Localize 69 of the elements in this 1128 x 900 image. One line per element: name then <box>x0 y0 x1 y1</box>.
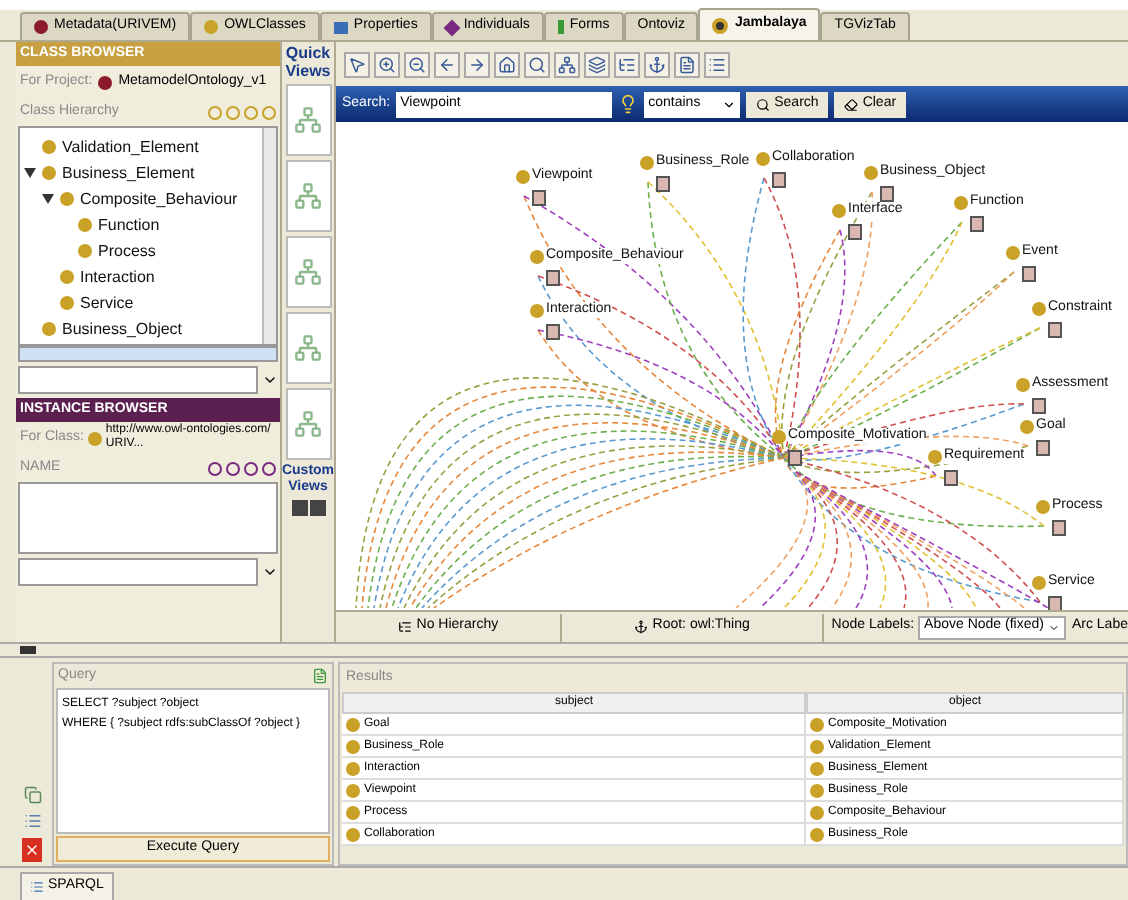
lightbulb-icon[interactable] <box>618 94 639 114</box>
view-thumbnail[interactable] <box>285 84 331 156</box>
view-thumbnail[interactable] <box>285 236 331 308</box>
tree-item[interactable]: Interaction <box>80 265 155 289</box>
class-icon <box>1036 499 1050 513</box>
class-icon <box>34 20 48 34</box>
class-icon <box>1020 419 1034 433</box>
class-icon <box>204 20 219 34</box>
graph-node[interactable] <box>1052 520 1066 536</box>
tree-item[interactable]: Business_Element <box>62 161 195 185</box>
scrollbar[interactable] <box>18 346 278 362</box>
tree-item[interactable]: Service <box>80 291 134 315</box>
form-icon <box>557 20 564 34</box>
class-icon <box>1032 575 1046 589</box>
graph-node[interactable] <box>772 172 786 188</box>
class-icon <box>530 249 544 263</box>
view-thumbnail[interactable] <box>285 388 331 460</box>
document-icon[interactable] <box>312 668 328 684</box>
class-icon <box>954 195 968 209</box>
project-icon <box>98 75 113 89</box>
class-icon <box>516 169 530 183</box>
dropdown-icon[interactable] <box>262 564 278 580</box>
class-icon <box>772 429 786 443</box>
class-icon <box>832 203 846 217</box>
property-icon <box>333 21 348 33</box>
caret-icon[interactable] <box>722 97 737 111</box>
list-icon[interactable] <box>30 880 44 894</box>
class-icon <box>1032 301 1046 315</box>
tree-item[interactable]: Validation_Element <box>62 135 199 159</box>
graph-node[interactable] <box>1022 266 1036 282</box>
class-icon <box>1016 377 1030 391</box>
ring-icon <box>712 17 729 33</box>
anchor-icon[interactable] <box>634 620 649 634</box>
class-icon <box>87 431 102 445</box>
copy-icon[interactable] <box>23 786 41 804</box>
quick-views-title: Quick Views <box>283 44 333 80</box>
tree-item[interactable]: Process <box>98 239 156 263</box>
class-icon <box>864 165 878 179</box>
graph-node[interactable] <box>970 216 984 232</box>
dropdown-field[interactable] <box>18 558 258 586</box>
eraser-icon[interactable] <box>844 97 859 111</box>
tree-item[interactable]: Business_Object <box>62 317 183 341</box>
dropdown-field[interactable] <box>18 366 258 394</box>
dropdown-icon[interactable] <box>262 372 278 388</box>
list-icon[interactable] <box>23 812 41 830</box>
graph-node[interactable] <box>1048 596 1062 610</box>
view-thumbnail[interactable] <box>285 312 331 384</box>
graph-node[interactable] <box>656 176 670 192</box>
graph-node[interactable] <box>546 324 560 340</box>
tree-item[interactable]: Composite_Behaviour <box>80 187 238 211</box>
class-icon <box>640 155 654 169</box>
graph-node[interactable] <box>848 224 862 240</box>
class-icon <box>928 449 942 463</box>
graph-node[interactable] <box>1048 322 1062 338</box>
graph-node[interactable] <box>1036 440 1050 456</box>
tree-item[interactable]: Function <box>98 213 160 237</box>
scrollbar[interactable] <box>262 128 276 344</box>
view-thumbnail[interactable] <box>285 160 331 232</box>
graph-node[interactable] <box>880 186 894 202</box>
graph-node[interactable] <box>546 270 560 286</box>
graph-node[interactable] <box>1032 398 1046 414</box>
graph-node[interactable] <box>788 450 802 466</box>
class-icon <box>756 151 770 165</box>
tree-list-icon[interactable] <box>398 620 413 634</box>
graph-node[interactable] <box>944 470 958 486</box>
search-icon[interactable] <box>756 97 771 111</box>
graph-node[interactable] <box>532 190 546 206</box>
class-icon <box>1006 245 1020 259</box>
class-icon <box>530 303 544 317</box>
